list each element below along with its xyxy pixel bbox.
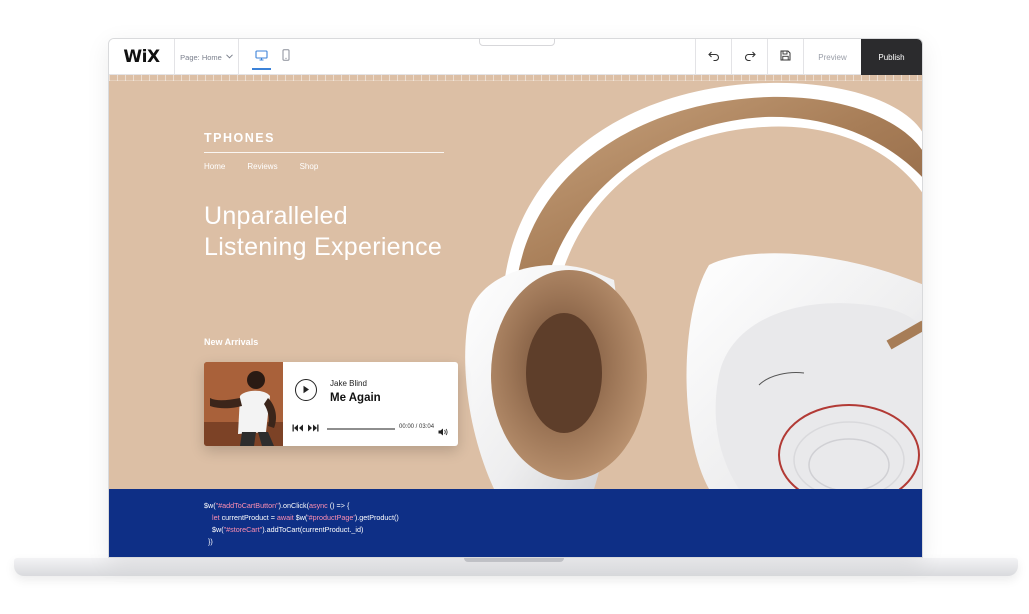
page-selector[interactable]: Page: Home (175, 39, 239, 75)
undo-icon (707, 48, 720, 66)
page-selector-label: Page: Home (180, 52, 222, 62)
track-title: Me Again (330, 392, 381, 404)
progress-bar[interactable] (327, 428, 395, 430)
headphones-image (465, 82, 922, 489)
wix-logo: WiX (109, 39, 175, 75)
publish-button[interactable]: Publish (861, 39, 922, 75)
editor-window: WiX Page: Home Preview Publish TPHONES H… (108, 38, 923, 558)
code-panel[interactable]: $w("#addToCartButton").onClick(async () … (109, 489, 922, 557)
nav-item-shop[interactable]: Shop (300, 162, 319, 171)
redo-icon (744, 48, 756, 66)
previous-track-icon[interactable] (292, 419, 304, 437)
playback-time: 00:00 / 03:04 (399, 424, 435, 430)
laptop-notch (464, 558, 564, 562)
hero-headline[interactable]: Unparalleled Listening Experience (204, 201, 504, 263)
album-artwork (204, 362, 283, 446)
player-body: Jake Blind Me Again 00:00 / 03:04 (283, 362, 458, 446)
section-title[interactable]: New Arrivals (204, 337, 258, 347)
site-brand-title[interactable]: TPHONES (204, 131, 275, 145)
desktop-view-button[interactable] (252, 39, 271, 75)
device-switcher (239, 39, 306, 75)
nav-item-reviews[interactable]: Reviews (247, 162, 277, 171)
mobile-view-button[interactable] (282, 39, 290, 75)
artist-name: Jake Blind (330, 379, 367, 388)
code-line-2: let currentProduct = await $w('#productP… (212, 513, 399, 522)
chevron-down-icon (225, 53, 233, 61)
volume-icon[interactable] (438, 423, 448, 441)
site-canvas[interactable]: TPHONES Home Reviews Shop Unparalleled L… (109, 75, 922, 489)
play-button[interactable] (295, 379, 317, 401)
mobile-icon (282, 48, 290, 66)
code-line-3: $w("#storeCart").addToCart(currentProduc… (212, 525, 364, 534)
desktop-icon (255, 48, 268, 66)
nav-item-home[interactable]: Home (204, 162, 225, 171)
site-navigation: Home Reviews Shop (204, 162, 318, 171)
code-line-4: }) (208, 537, 213, 546)
save-button[interactable] (767, 39, 803, 75)
redo-button[interactable] (731, 39, 767, 75)
music-player[interactable]: Jake Blind Me Again 00:00 / 03:04 (204, 362, 458, 446)
headline-line-2: Listening Experience (204, 233, 443, 261)
brand-divider (204, 152, 444, 153)
next-track-icon[interactable] (307, 419, 319, 437)
headline-line-1: Unparalleled (204, 202, 348, 230)
play-icon (302, 381, 310, 399)
save-icon (780, 48, 791, 66)
code-line-1: $w("#addToCartButton").onClick(async () … (204, 501, 350, 510)
preview-button[interactable]: Preview (803, 39, 861, 75)
undo-button[interactable] (695, 39, 731, 75)
top-drag-handle[interactable] (479, 39, 555, 46)
